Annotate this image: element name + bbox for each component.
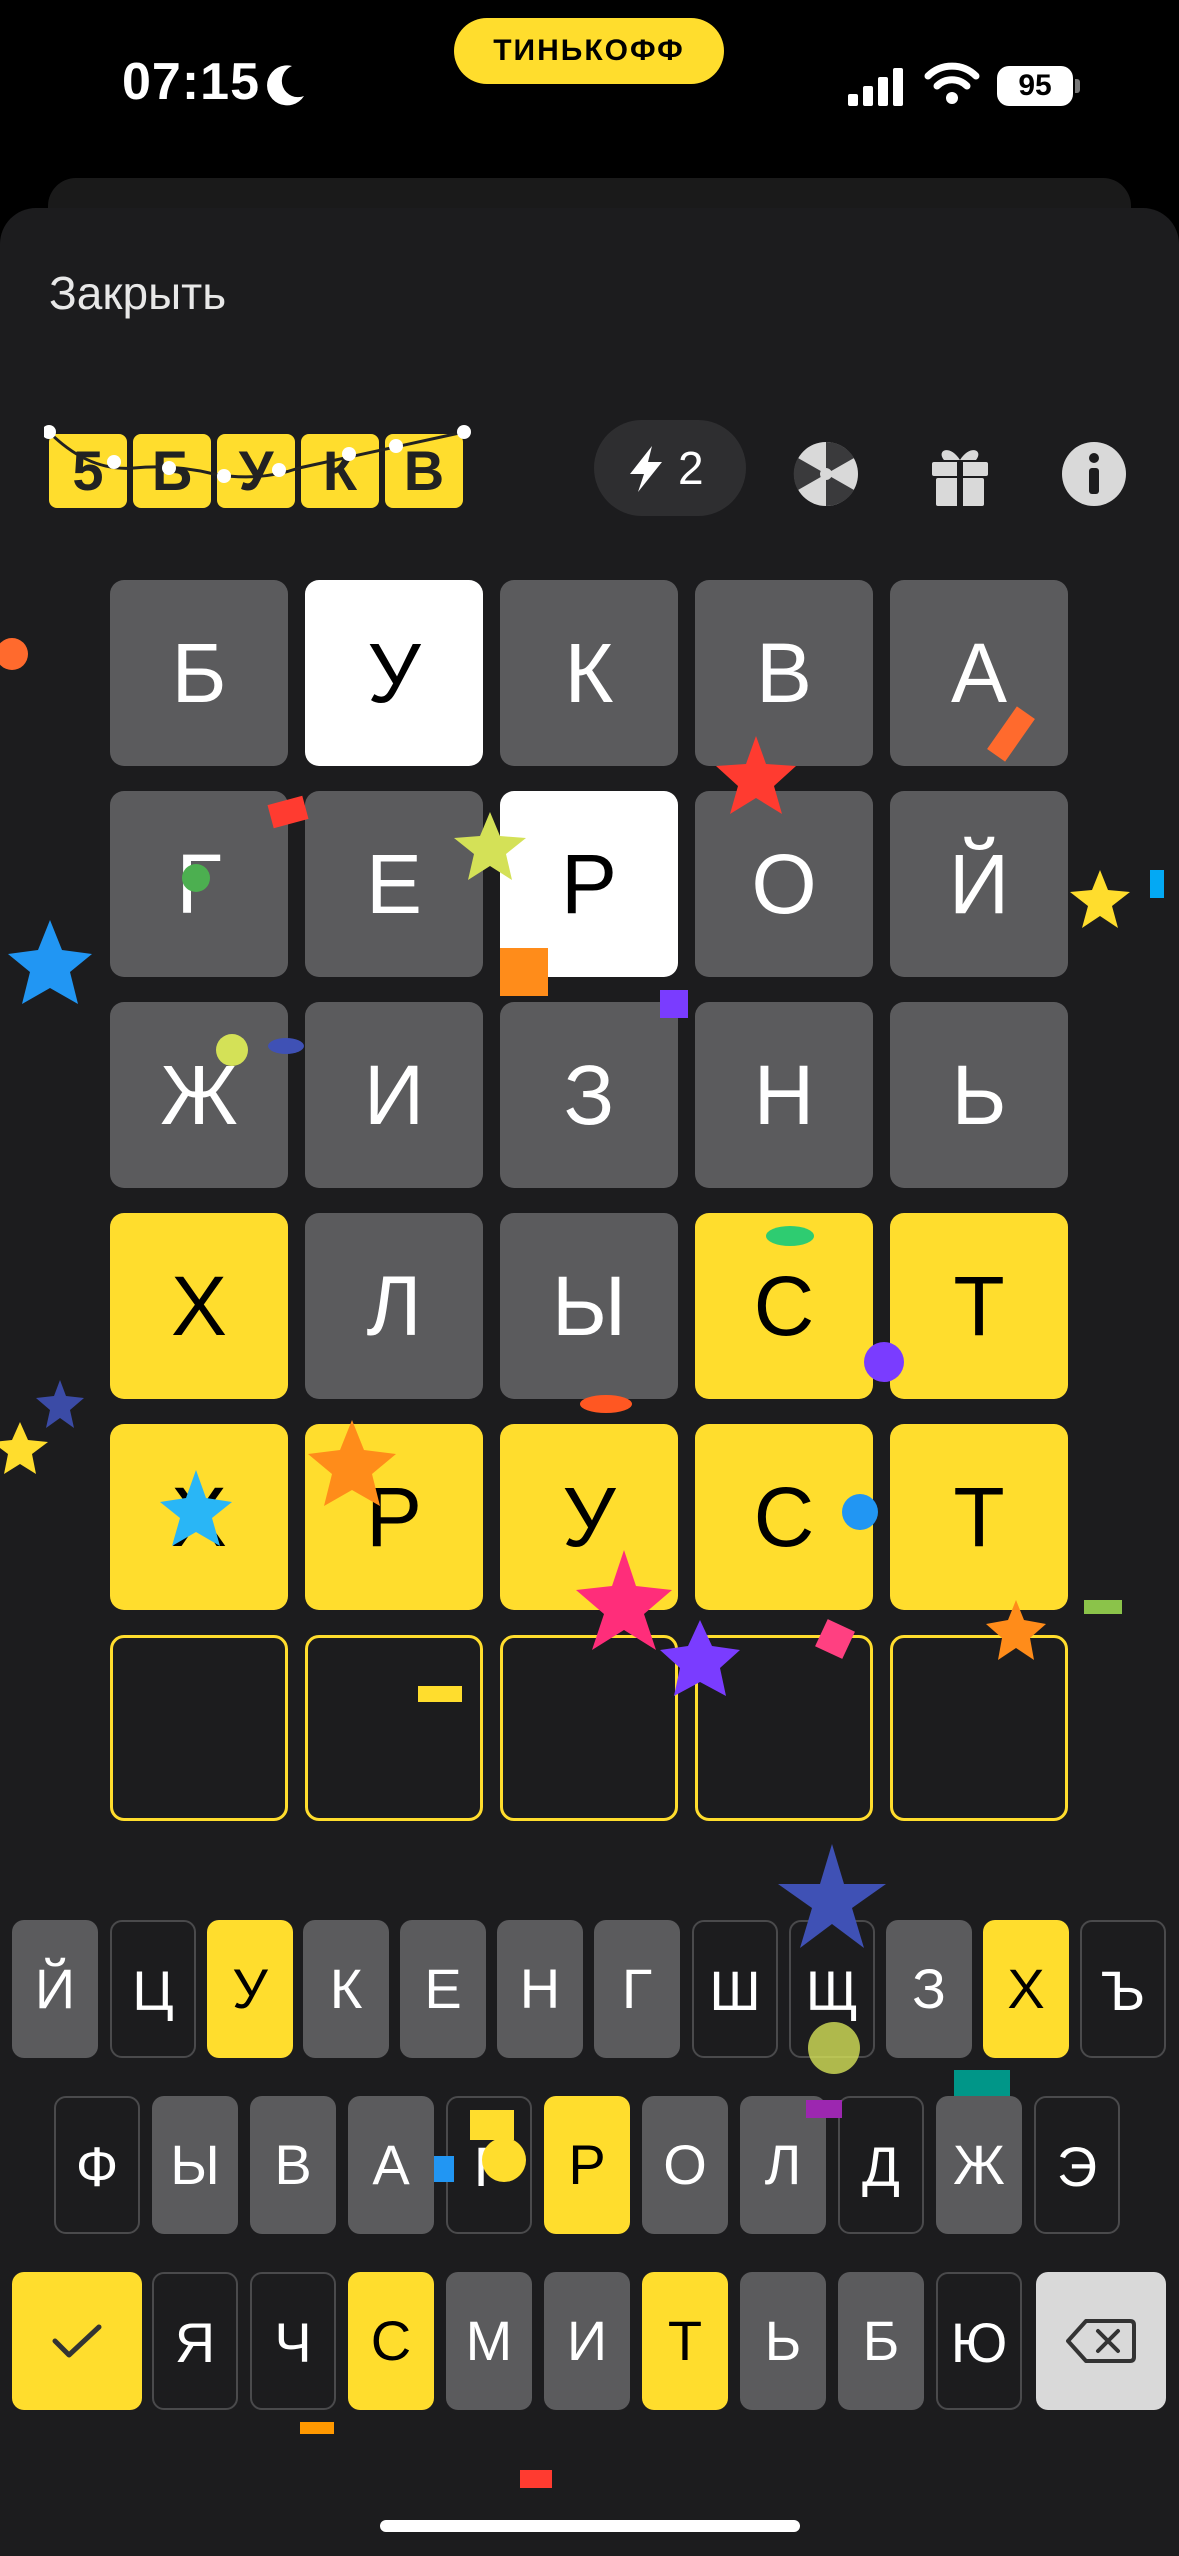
board-tile: С [695, 1424, 873, 1610]
board-tile [890, 1635, 1068, 1821]
key-Х[interactable]: Х [983, 1920, 1069, 2058]
garland-lights [44, 425, 471, 483]
key-И[interactable]: И [544, 2272, 630, 2410]
battery-indicator: 95 [997, 66, 1073, 106]
board-tile [305, 1635, 483, 1821]
key-Ы[interactable]: Ы [152, 2096, 238, 2234]
board-tile: Б [110, 580, 288, 766]
energy-count: 2 [678, 442, 704, 494]
board-tile: Р [305, 1424, 483, 1610]
board-tile: Н [695, 1002, 873, 1188]
board-tile: З [500, 1002, 678, 1188]
board-tile: Г [110, 791, 288, 977]
key-Ц[interactable]: Ц [110, 1920, 196, 2058]
key-Щ[interactable]: Щ [789, 1920, 875, 2058]
board-tile [500, 1635, 678, 1821]
key-Й[interactable]: Й [12, 1920, 98, 2058]
key-В[interactable]: В [250, 2096, 336, 2234]
board-tile: Ь [890, 1002, 1068, 1188]
key-Ш[interactable]: Ш [692, 1920, 778, 2058]
lightning-icon [630, 446, 662, 492]
status-bar: 07:15 ТИНЬКОФФ 95 [0, 0, 1179, 175]
backspace-button[interactable] [1036, 2272, 1166, 2410]
key-Т[interactable]: Т [642, 2272, 728, 2410]
board-tile: Й [890, 791, 1068, 977]
board-tile: У [500, 1424, 678, 1610]
board-tile: Л [305, 1213, 483, 1399]
wifi-icon [924, 62, 980, 104]
info-icon[interactable] [1060, 440, 1128, 508]
key-Э[interactable]: Э [1034, 2096, 1120, 2234]
close-button[interactable]: Закрыть [49, 266, 226, 320]
key-Г[interactable]: Г [594, 1920, 680, 2058]
board-tile: Х [110, 1213, 288, 1399]
key-Г[interactable]: Г [446, 2096, 532, 2234]
submit-button[interactable] [12, 2272, 142, 2410]
bank-app-pill[interactable]: ТИНЬКОФФ [454, 18, 724, 84]
key-Ю[interactable]: Ю [936, 2272, 1022, 2410]
board-tile: О [695, 791, 873, 977]
key-Д[interactable]: Д [838, 2096, 924, 2234]
key-Ч[interactable]: Ч [250, 2272, 336, 2410]
board-tile: Ж [110, 1002, 288, 1188]
board-tile: Т [890, 1213, 1068, 1399]
checkmark-icon [52, 2324, 102, 2358]
cellular-signal-icon [848, 68, 903, 106]
board-tile [695, 1635, 873, 1821]
key-М[interactable]: М [446, 2272, 532, 2410]
status-time: 07:15 [122, 53, 260, 111]
key-Н[interactable]: Н [497, 1920, 583, 2058]
board-tile: В [695, 580, 873, 766]
board-tile: Х [110, 1424, 288, 1610]
board-tile: С [695, 1213, 873, 1399]
board-tile: Ы [500, 1213, 678, 1399]
key-Я[interactable]: Я [152, 2272, 238, 2410]
key-К[interactable]: К [303, 1920, 389, 2058]
key-А[interactable]: А [348, 2096, 434, 2234]
key-Р[interactable]: Р [544, 2096, 630, 2234]
home-indicator [380, 2520, 800, 2532]
key-У[interactable]: У [207, 1920, 293, 2058]
key-С[interactable]: С [348, 2272, 434, 2410]
key-О[interactable]: О [642, 2096, 728, 2234]
board-tile: У [305, 580, 483, 766]
key-Л[interactable]: Л [740, 2096, 826, 2234]
backspace-icon [1066, 2319, 1136, 2363]
game-logo: 5 Б У К В [44, 420, 474, 510]
board-tile: Т [890, 1424, 1068, 1610]
key-Б[interactable]: Б [838, 2272, 924, 2410]
board-tile: И [305, 1002, 483, 1188]
key-З[interactable]: З [886, 1920, 972, 2058]
key-Е[interactable]: Е [400, 1920, 486, 2058]
moon-icon [267, 65, 304, 106]
battery-tip [1075, 79, 1080, 93]
key-Ъ[interactable]: Ъ [1080, 1920, 1166, 2058]
key-Ж[interactable]: Ж [936, 2096, 1022, 2234]
wheel-of-fortune-icon[interactable] [792, 440, 860, 508]
energy-counter[interactable]: 2 [594, 420, 746, 516]
board-tile [110, 1635, 288, 1821]
board-tile: А [890, 580, 1068, 766]
board-tile: Е [305, 791, 483, 977]
board-tile: Р [500, 791, 678, 977]
gift-icon[interactable] [926, 440, 994, 508]
key-Ф[interactable]: Ф [54, 2096, 140, 2234]
board-tile: К [500, 580, 678, 766]
key-Ь[interactable]: Ь [740, 2272, 826, 2410]
